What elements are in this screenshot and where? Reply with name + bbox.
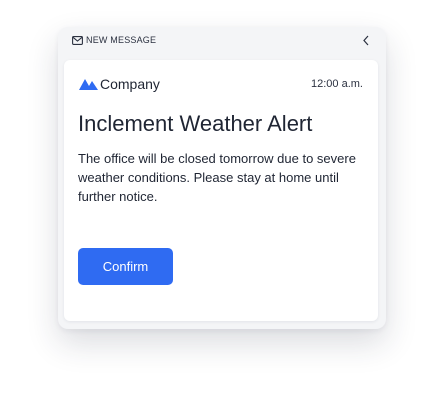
- brand: Company: [79, 74, 160, 94]
- alert-message: The office will be closed tomorrow due t…: [78, 151, 356, 204]
- notification-header: NEW MESSAGE: [58, 27, 386, 53]
- mountain-logo-icon: [79, 79, 98, 90]
- message-time: 12:00 a.m.: [311, 78, 363, 90]
- brand-name: Company: [100, 76, 160, 92]
- envelope-icon: [72, 36, 83, 45]
- stage: NEW MESSAGE Company 12:00 a.m. Inclement…: [0, 0, 443, 416]
- confirm-button[interactable]: Confirm: [78, 248, 173, 285]
- header-label: NEW MESSAGE: [86, 35, 157, 45]
- chevron-left-icon: [363, 35, 369, 45]
- collapse-button[interactable]: [358, 31, 374, 49]
- notification-panel: NEW MESSAGE Company 12:00 a.m. Inclement…: [58, 27, 386, 329]
- alert-title: Inclement Weather Alert: [78, 111, 313, 136]
- message-card: Company 12:00 a.m. Inclement Weather Ale…: [64, 60, 378, 321]
